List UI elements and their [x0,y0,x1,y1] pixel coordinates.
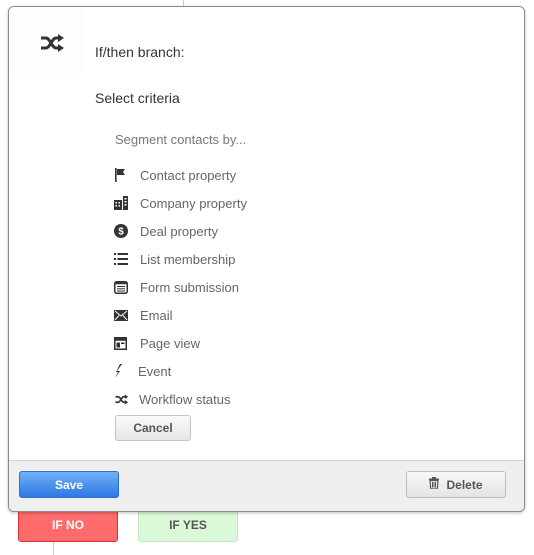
workflow-connector-line-bottom [53,541,54,555]
branch-if-yes[interactable]: IF YES [138,508,238,542]
criteria-list: Contact property Company property $ Deal… [114,161,247,413]
dialog-title: If/then branch: [95,44,185,60]
delete-label: Delete [446,477,483,492]
dollar-circle-icon: $ [114,223,140,239]
list-icon [114,251,140,267]
criteria-workflow-status[interactable]: Workflow status [114,385,247,413]
dialog-footer: Save Delete [9,460,524,511]
criteria-event[interactable]: Event [114,357,247,385]
criteria-form-submission[interactable]: Form submission [114,273,247,301]
building-icon [114,195,140,211]
criteria-page-view[interactable]: Page view [114,329,247,357]
shuffle-icon [39,33,65,53]
select-criteria-heading: Select criteria [95,90,180,106]
if-then-branch-dialog: If/then branch: Select criteria Segment … [8,6,525,512]
save-button[interactable]: Save [19,471,119,498]
criteria-label: Form submission [140,279,239,295]
criteria-contact-property[interactable]: Contact property [114,161,247,189]
form-icon [114,279,140,295]
envelope-icon [114,307,140,323]
criteria-label: Contact property [140,167,237,183]
flag-icon [114,167,140,183]
criteria-email[interactable]: Email [114,301,247,329]
criteria-label: Company property [140,195,247,211]
branch-if-no[interactable]: IF NO [18,508,118,542]
criteria-label: Deal property [140,223,219,239]
trash-icon [429,477,440,492]
criteria-label: Event [138,363,172,379]
segment-contacts-label: Segment contacts by... [115,132,247,147]
criteria-label: Page view [140,335,200,351]
criteria-label: Email [140,307,173,323]
dialog-body: If/then branch: Select criteria Segment … [9,7,524,461]
criteria-label: Workflow status [139,391,231,407]
page-layout-icon [114,335,140,351]
shuffle-icon [114,391,139,407]
delete-button[interactable]: Delete [406,471,506,498]
criteria-list-membership[interactable]: List membership [114,245,247,273]
criteria-company-property[interactable]: Company property [114,189,247,217]
criteria-deal-property[interactable]: $ Deal property [114,217,247,245]
cancel-button[interactable]: Cancel [115,415,191,441]
header-icon-area [9,7,85,73]
svg-text:$: $ [118,227,124,238]
lightning-icon [114,363,138,379]
criteria-label: List membership [140,251,236,267]
